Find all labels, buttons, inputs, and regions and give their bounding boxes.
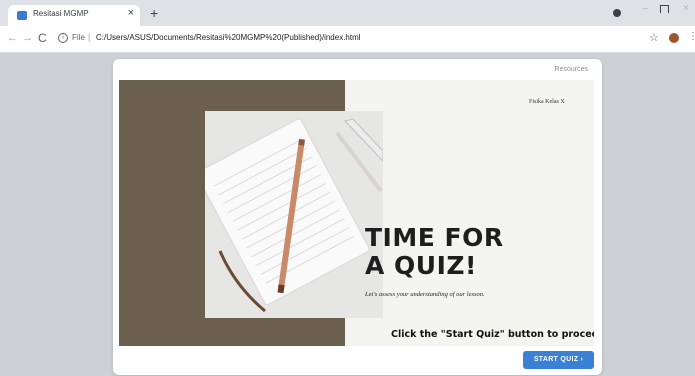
window-close-icon[interactable]: × — [683, 3, 689, 14]
forward-arrow-icon[interactable]: → — [22, 32, 33, 44]
tab-title: Resitasi MGMP — [33, 9, 89, 18]
back-arrow-icon[interactable]: ← — [7, 32, 18, 44]
url-scheme-label: File — [72, 33, 85, 42]
subtitle: Let's assess your understanding of our l… — [365, 291, 485, 298]
quiz-slide: Fisika Kelas X TIME FOR A QUIZ! Let's as… — [119, 80, 594, 346]
url-separator: | — [88, 32, 91, 42]
address-toolbar: ← → C i File | C:/Users/ASUS/Documents/R… — [0, 26, 695, 53]
minimize-icon[interactable]: – — [643, 3, 649, 14]
tab-bar: Resitasi MGMP × + – × — [0, 0, 695, 26]
subject-label: Fisika Kelas X — [529, 99, 565, 105]
page-title: TIME FOR A QUIZ! — [365, 224, 504, 280]
notebook-pen-photo — [205, 111, 383, 318]
bookmark-star-icon[interactable]: ☆ — [649, 31, 659, 44]
browser-tab[interactable]: Resitasi MGMP × — [8, 5, 140, 26]
close-tab-icon[interactable]: × — [128, 7, 134, 19]
title-line-1: TIME FOR — [365, 223, 504, 252]
info-icon[interactable]: i — [58, 33, 68, 43]
title-line-2: A QUIZ! — [365, 251, 477, 280]
record-icon[interactable] — [613, 9, 621, 17]
profile-avatar[interactable] — [669, 33, 679, 43]
quiz-card: Resources Fisika Kelas X TIME FOR A QUIZ… — [113, 59, 602, 375]
start-quiz-button[interactable]: START QUIZ › — [523, 351, 594, 369]
favicon-icon — [17, 11, 27, 20]
address-bar[interactable]: C:/Users/ASUS/Documents/Resitasi%20MGMP%… — [96, 33, 361, 42]
new-tab-button[interactable]: + — [150, 5, 158, 21]
reload-icon[interactable]: C — [38, 31, 47, 45]
restore-icon[interactable] — [660, 5, 669, 13]
instruction-text: Click the "Start Quiz" button to proceed — [391, 329, 594, 340]
resources-link[interactable]: Resources — [555, 66, 588, 73]
kebab-menu-icon[interactable]: ⋮ — [688, 31, 695, 42]
